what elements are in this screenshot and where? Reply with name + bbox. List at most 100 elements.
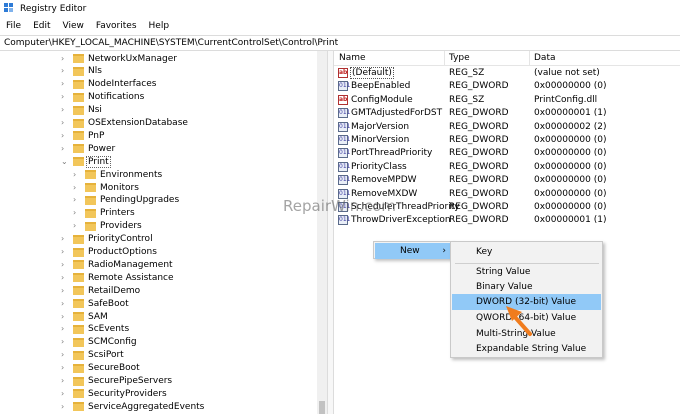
tree-item[interactable]: › SCMConfig	[61, 336, 138, 349]
submenu-item[interactable]: Binary Value	[452, 279, 601, 295]
tree-item[interactable]: › ScsiPort	[61, 349, 125, 362]
chevron-right-icon[interactable]: ›	[61, 351, 69, 359]
chevron-right-icon[interactable]: ›	[61, 67, 69, 75]
tree-item[interactable]: › SAM	[61, 310, 109, 323]
chevron-right-icon[interactable]: ›	[61, 119, 69, 127]
chevron-right-icon[interactable]: ›	[61, 377, 69, 385]
chevron-right-icon[interactable]: ›	[61, 93, 69, 101]
tree-item[interactable]: › ServiceAggregatedEvents	[61, 400, 205, 413]
tree-item-label: SecurityProviders	[88, 388, 167, 399]
chevron-right-icon[interactable]: ›	[73, 170, 81, 179]
value-row[interactable]: 011 BeepEnabled REG_DWORD 0x00000000 (0)	[334, 80, 680, 93]
tree-item[interactable]: ⌄ Print	[61, 155, 111, 168]
tree-item[interactable]: › Notifications	[61, 91, 145, 104]
submenu-item[interactable]: Key	[452, 244, 601, 260]
address-bar[interactable]: Computer\HKEY_LOCAL_MACHINE\SYSTEM\Curre…	[0, 35, 680, 51]
menu-favorites[interactable]: Favorites	[96, 21, 137, 31]
value-data: (value not set)	[534, 68, 600, 78]
submenu-item[interactable]: String Value	[452, 264, 601, 280]
folder-icon	[73, 286, 84, 296]
tree-item[interactable]: › PriorityControl	[61, 233, 154, 246]
tree-item[interactable]: › SecureBoot	[61, 362, 141, 375]
menu-edit[interactable]: Edit	[33, 21, 50, 31]
chevron-right-icon[interactable]: ›	[61, 260, 69, 269]
binary-value-icon: 011	[338, 108, 351, 119]
tree-item[interactable]: › Printers	[73, 207, 136, 220]
tree-item[interactable]: › NodeInterfaces	[61, 78, 157, 91]
tree-item[interactable]: › Nls	[61, 65, 103, 78]
value-row[interactable]: 011 PriorityClass REG_DWORD 0x00000000 (0)	[334, 161, 680, 174]
key-tree: › NetworkUxManager › Nls › NodeInterfaces › Not…	[0, 51, 328, 414]
folder-icon	[73, 299, 84, 309]
menu-item-new[interactable]: New ›	[375, 243, 452, 259]
menu-view[interactable]: View	[63, 21, 84, 31]
tree-item[interactable]: › Providers	[73, 220, 143, 233]
chevron-right-icon[interactable]: ›	[61, 286, 69, 295]
chevron-right-icon[interactable]: ›	[73, 209, 81, 217]
chevron-right-icon[interactable]: ›	[73, 196, 81, 204]
value-row[interactable]: ab ConfigModule REG_SZ PrintConfig.dll	[334, 94, 680, 107]
tree-item[interactable]: › Nsi	[61, 104, 103, 117]
tree-item[interactable]: › PnP	[61, 129, 105, 142]
chevron-right-icon[interactable]: ›	[61, 144, 69, 153]
chevron-right-icon[interactable]: ›	[61, 402, 69, 411]
tree-item[interactable]: › NetworkUxManager	[61, 52, 178, 65]
column-type[interactable]: Type	[449, 53, 470, 63]
chevron-right-icon[interactable]: ›	[73, 183, 81, 192]
tree-item[interactable]: › RetailDemo	[61, 284, 141, 297]
tree-item[interactable]: › ScEvents	[61, 323, 130, 336]
tree-item[interactable]: › ProductOptions	[61, 246, 158, 259]
value-data: 0x00000001 (1)	[534, 108, 607, 119]
chevron-right-icon[interactable]: ›	[61, 106, 69, 114]
chevron-right-icon[interactable]: ›	[61, 54, 69, 63]
chevron-right-icon[interactable]: ›	[73, 222, 81, 230]
tree-item[interactable]: › SecurityProviders	[61, 387, 168, 400]
chevron-right-icon[interactable]: ›	[61, 389, 69, 398]
chevron-right-icon[interactable]: ›	[61, 325, 69, 333]
chevron-right-icon[interactable]: ›	[61, 235, 69, 243]
value-row[interactable]: 011 RemoveMPDW REG_DWORD 0x00000000 (0)	[334, 174, 680, 187]
tree-scrollbar[interactable]	[317, 51, 327, 414]
value-row[interactable]: 011 MinorVersion REG_DWORD 0x00000000 (0)	[334, 134, 680, 147]
tree-item[interactable]: › Remote Assistance	[61, 271, 175, 284]
folder-icon	[73, 363, 84, 373]
chevron-down-icon[interactable]: ⌄	[61, 157, 69, 166]
tree-item[interactable]: › PendingUpgrades	[73, 194, 180, 207]
value-row[interactable]: ab (Default) REG_SZ (value not set)	[334, 67, 680, 80]
menu-file[interactable]: File	[6, 21, 21, 31]
submenu-item[interactable]: Multi-String Value	[452, 326, 601, 342]
tree-item-label: Print	[86, 155, 111, 168]
chevron-right-icon[interactable]: ›	[61, 338, 69, 346]
tree-item[interactable]: › Environments	[73, 168, 163, 181]
chevron-right-icon[interactable]: ›	[61, 80, 69, 88]
column-data[interactable]: Data	[534, 53, 556, 63]
tree-item[interactable]: › SecurePipeServers	[61, 375, 173, 388]
scrollbar-thumb[interactable]	[319, 401, 325, 414]
tree-item[interactable]: › Monitors	[73, 181, 140, 194]
column-name[interactable]: Name	[339, 53, 366, 63]
submenu-item[interactable]: QWORD (64-bit) Value	[452, 310, 601, 326]
submenu-item[interactable]: Expandable String Value	[452, 341, 601, 357]
submenu-item[interactable]: DWORD (32-bit) Value	[452, 294, 601, 310]
tree-item[interactable]: › RadioManagement	[61, 258, 174, 271]
chevron-right-icon[interactable]: ›	[61, 273, 69, 282]
tree-item[interactable]: › OSExtensionDatabase	[61, 117, 189, 130]
chevron-right-icon[interactable]: ›	[61, 248, 69, 256]
binary-value-icon: 011	[338, 81, 351, 92]
folder-icon	[85, 195, 96, 205]
tree-item-label: NetworkUxManager	[88, 53, 177, 64]
chevron-right-icon[interactable]: ›	[61, 312, 69, 321]
tree-item[interactable]: › Power	[61, 142, 116, 155]
menu-help[interactable]: Help	[149, 21, 170, 31]
chevron-right-icon[interactable]: ›	[61, 131, 69, 140]
list-header: Name Type Data	[334, 51, 680, 66]
chevron-right-icon[interactable]: ›	[61, 364, 69, 372]
tree-item[interactable]: › SafeBoot	[61, 297, 130, 310]
value-list: Name Type Data ab (Default) REG_SZ (value n…	[334, 51, 680, 414]
chevron-right-icon[interactable]: ›	[61, 299, 69, 308]
folder-icon	[73, 337, 84, 347]
value-row[interactable]: 011 PortThreadPriority REG_DWORD 0x00000000…	[334, 147, 680, 160]
value-row[interactable]: 011 MajorVersion REG_DWORD 0x00000002 (2)	[334, 121, 680, 134]
value-row[interactable]: 011 ThrowDriverException REG_DWORD 0x000000…	[334, 214, 680, 227]
value-row[interactable]: 011 GMTAdjustedForDST REG_DWORD 0x00000001 …	[334, 107, 680, 120]
